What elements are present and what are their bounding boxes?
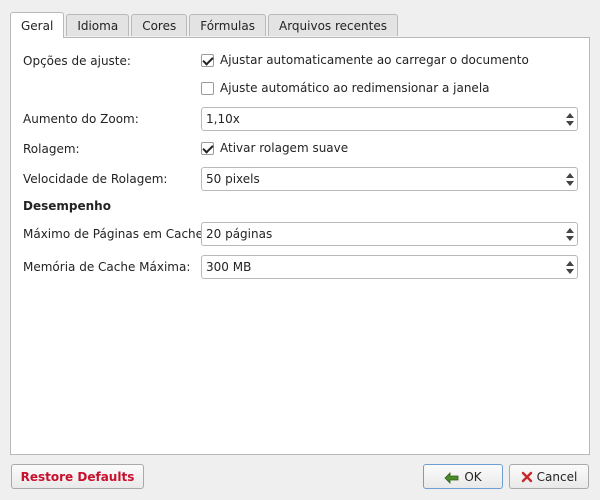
fit-options-label: Opções de ajuste: — [23, 54, 131, 68]
smooth-scroll-option[interactable]: Ativar rolagem suave — [201, 141, 348, 155]
general-settings-panel: Opções de ajuste: Ajustar automaticament… — [10, 37, 590, 455]
smooth-scroll-checkbox[interactable] — [201, 141, 214, 155]
cancel-button[interactable]: Cancel — [509, 464, 589, 489]
zoom-label: Aumento do Zoom: — [23, 112, 139, 126]
fit-auto-resize-checkbox[interactable] — [201, 81, 214, 95]
arrow-down-icon[interactable] — [566, 180, 574, 186]
scroll-label: Rolagem: — [23, 142, 80, 156]
fit-auto-resize-label: Ajuste automático ao redimensionar a jan… — [220, 81, 490, 95]
max-cached-pages-value[interactable]: 20 páginas — [202, 227, 563, 241]
arrow-down-icon[interactable] — [566, 235, 574, 241]
max-cached-pages-stepper[interactable] — [563, 223, 577, 245]
tab-bar: Geral Idioma Cores Fórmulas Arquivos rec… — [10, 12, 400, 38]
scroll-speed-value[interactable]: 50 pixels — [202, 172, 563, 186]
arrow-down-icon[interactable] — [566, 120, 574, 126]
performance-heading: Desempenho — [23, 199, 111, 213]
cancel-x-icon — [521, 471, 533, 483]
restore-defaults-button[interactable]: Restore Defaults — [11, 464, 144, 489]
restore-defaults-label: Restore Defaults — [20, 469, 135, 484]
fit-auto-load-checkbox[interactable] — [201, 53, 214, 67]
fit-auto-resize-option[interactable]: Ajuste automático ao redimensionar a jan… — [201, 81, 490, 95]
zoom-value[interactable]: 1,10x — [202, 112, 563, 126]
scroll-speed-stepper[interactable] — [563, 168, 577, 190]
scroll-speed-spinbox[interactable]: 50 pixels — [201, 167, 578, 191]
cancel-label: Cancel — [536, 469, 578, 484]
max-cache-memory-stepper[interactable] — [563, 256, 577, 278]
tab-cores[interactable]: Cores — [131, 14, 188, 36]
scroll-speed-label: Velocidade de Rolagem: — [23, 172, 168, 186]
arrow-up-icon[interactable] — [566, 260, 574, 266]
tab-idioma[interactable]: Idioma — [66, 14, 130, 36]
arrow-up-icon[interactable] — [566, 172, 574, 178]
tab-geral[interactable]: Geral — [10, 12, 65, 38]
arrow-up-icon[interactable] — [566, 112, 574, 118]
max-cached-pages-label: Máximo de Páginas em Cache: — [23, 227, 208, 241]
max-cache-memory-label: Memória de Cache Máxima: — [23, 260, 191, 274]
max-cache-memory-value[interactable]: 300 MB — [202, 260, 563, 274]
fit-auto-load-label: Ajustar automaticamente ao carregar o do… — [220, 53, 529, 67]
check-arrow-icon — [444, 470, 460, 484]
arrow-up-icon[interactable] — [566, 227, 574, 233]
max-cache-memory-spinbox[interactable]: 300 MB — [201, 255, 578, 279]
zoom-spinbox[interactable]: 1,10x — [201, 107, 578, 131]
zoom-stepper[interactable] — [563, 108, 577, 130]
fit-auto-load-option[interactable]: Ajustar automaticamente ao carregar o do… — [201, 53, 529, 67]
ok-button[interactable]: OK — [423, 464, 503, 489]
max-cached-pages-spinbox[interactable]: 20 páginas — [201, 222, 578, 246]
smooth-scroll-label: Ativar rolagem suave — [220, 141, 349, 155]
ok-label: OK — [464, 469, 482, 484]
tab-formulas[interactable]: Fórmulas — [189, 14, 266, 36]
arrow-down-icon[interactable] — [566, 268, 574, 274]
tab-arquivos-recentes[interactable]: Arquivos recentes — [268, 14, 398, 36]
